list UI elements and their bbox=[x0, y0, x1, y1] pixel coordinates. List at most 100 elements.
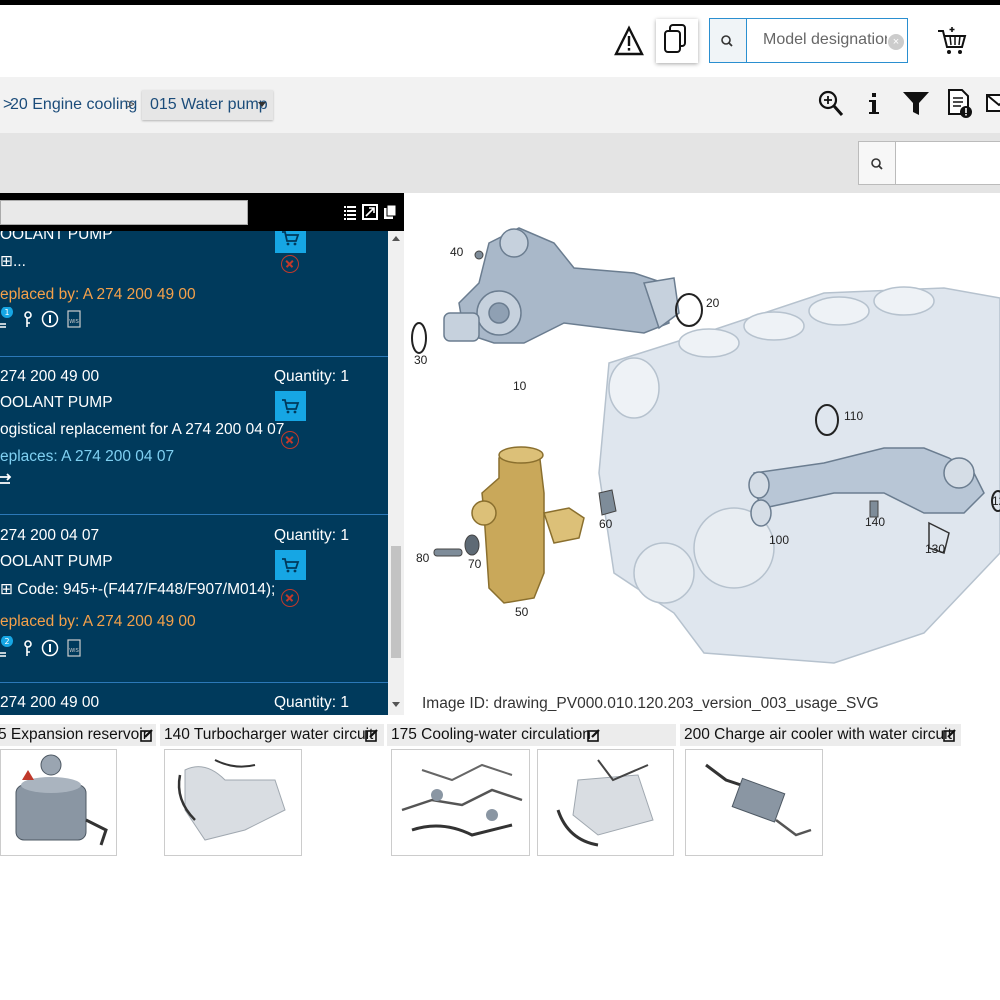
svg-text:WIS: WIS bbox=[69, 648, 79, 654]
part-note: ogistical replacement for A 274 200 04 0… bbox=[0, 421, 285, 438]
thumbnail-cooling-water-circulation-1[interactable] bbox=[391, 749, 530, 856]
parts-filter-input[interactable] bbox=[0, 200, 248, 225]
replaced-by[interactable]: eplaced by: A 274 200 49 00 bbox=[0, 286, 196, 304]
breadcrumb-group[interactable]: 20 Engine cooling bbox=[10, 96, 137, 114]
part-name: OOLANT PUMP bbox=[0, 553, 113, 570]
add-to-cart-button[interactable] bbox=[275, 550, 306, 580]
parts-search-box[interactable] bbox=[858, 141, 1000, 185]
edit-icon[interactable] bbox=[587, 728, 601, 742]
svg-text:1: 1 bbox=[4, 308, 9, 317]
list-item[interactable]: 274 200 04 07 Quantity: 1 OOLANT PUMP ⊞ … bbox=[0, 515, 388, 683]
image-id-label: Image ID: drawing_PV000.010.120.203_vers… bbox=[422, 695, 879, 712]
callout-110[interactable]: 110 bbox=[844, 409, 863, 423]
part-number: 274 200 49 00 bbox=[0, 694, 100, 711]
thumbnail-charge-air-cooler[interactable] bbox=[685, 749, 823, 856]
remove-icon[interactable] bbox=[281, 589, 299, 607]
thumbnail-cooling-water-circulation-2[interactable] bbox=[537, 749, 674, 856]
o-ring-30 bbox=[411, 322, 427, 354]
thumb-title-turbocharger-water-circuit[interactable]: 140 Turbocharger water circuit bbox=[160, 724, 384, 746]
callout-60[interactable]: 60 bbox=[599, 517, 612, 531]
parts-list: OOLANT PUMP ⊞... eplaced by: A 274 200 4… bbox=[0, 231, 388, 715]
thumb-title-cooling-water-circulation[interactable]: 175 Cooling-water circulation bbox=[387, 724, 676, 746]
callout-140[interactable]: 140 bbox=[865, 515, 885, 529]
thumbnail-expansion-reservoir[interactable] bbox=[0, 749, 117, 856]
panel-view-icons[interactable] bbox=[342, 203, 398, 221]
subgroup-dropdown[interactable]: 015 Water pump bbox=[142, 90, 273, 120]
model-search-input[interactable]: Model designation o bbox=[763, 31, 887, 49]
parts-search-bar bbox=[0, 133, 1000, 193]
breadcrumb: > 20 Engine cooling > 015 Water pump bbox=[0, 77, 1000, 133]
callout-10[interactable]: 10 bbox=[513, 379, 526, 393]
mail-icon[interactable] bbox=[985, 88, 1000, 118]
copy-button[interactable] bbox=[656, 19, 698, 63]
callout-80[interactable]: 80 bbox=[416, 551, 429, 565]
scroll-up-icon[interactable] bbox=[392, 236, 400, 241]
part-number: 274 200 49 00 bbox=[0, 368, 100, 385]
replaces-link[interactable]: eplaces: A 274 200 04 07 bbox=[0, 448, 174, 466]
replacement-arrows-icon[interactable] bbox=[0, 472, 14, 488]
edit-icon[interactable] bbox=[365, 728, 379, 742]
list-item[interactable]: 274 200 49 00 Quantity: 1 OOLANT PUMP og… bbox=[0, 357, 388, 515]
quantity: Quantity: 1 bbox=[274, 368, 349, 385]
callout-40[interactable]: 40 bbox=[450, 245, 463, 259]
thumb-title-text: 200 Charge air cooler with water circuit bbox=[684, 726, 952, 743]
list-item[interactable]: 274 200 49 00 Quantity: 1 bbox=[0, 683, 388, 715]
chevron-down-icon bbox=[258, 102, 266, 107]
search-icon[interactable] bbox=[859, 142, 896, 184]
filter-icon[interactable] bbox=[901, 88, 931, 118]
water-pump-illustration bbox=[443, 227, 680, 344]
parts-list-header bbox=[0, 193, 404, 231]
clear-icon[interactable]: × bbox=[888, 34, 904, 50]
thumbnail-turbocharger-water-circuit[interactable] bbox=[164, 749, 302, 856]
thumb-title-charge-air-cooler[interactable]: 200 Charge air cooler with water circuit bbox=[680, 724, 961, 746]
expand-icon bbox=[362, 204, 378, 220]
callout-20[interactable]: 20 bbox=[706, 296, 719, 310]
add-to-cart-button[interactable] bbox=[275, 231, 306, 253]
scrollbar-thumb[interactable] bbox=[391, 546, 401, 658]
thermostat-housing-illustration bbox=[471, 446, 585, 604]
key-icon bbox=[24, 311, 32, 327]
info-icon[interactable] bbox=[860, 88, 890, 118]
scrollbar[interactable] bbox=[388, 231, 404, 715]
part-name: OOLANT PUMP bbox=[0, 394, 113, 411]
callout-30[interactable]: 30 bbox=[414, 353, 427, 367]
part-name: OOLANT PUMP bbox=[0, 231, 113, 243]
callout-50[interactable]: 50 bbox=[515, 605, 528, 619]
add-to-cart-button[interactable] bbox=[275, 391, 306, 421]
o-ring-20 bbox=[675, 293, 703, 327]
subgroup-label: 015 Water pump bbox=[150, 96, 268, 113]
replaced-by[interactable]: eplaced by: A 274 200 49 00 bbox=[0, 613, 196, 631]
svg-text:WIS: WIS bbox=[69, 319, 79, 325]
list-item[interactable]: OOLANT PUMP ⊞... eplaced by: A 274 200 4… bbox=[0, 231, 388, 357]
breadcrumb-separator: > bbox=[126, 96, 135, 113]
document-alert-icon[interactable] bbox=[945, 88, 975, 118]
remove-icon[interactable] bbox=[281, 431, 299, 449]
callout-100[interactable]: 100 bbox=[769, 533, 789, 547]
callout-130[interactable]: 130 bbox=[925, 542, 945, 556]
thumb-title-expansion-reservoir[interactable]: 5 Expansion reservoir bbox=[0, 724, 156, 746]
callout-70[interactable]: 70 bbox=[468, 557, 481, 571]
quantity: Quantity: 1 bbox=[274, 527, 349, 544]
scroll-down-icon[interactable] bbox=[392, 702, 400, 707]
wis-document-icon: WIS bbox=[67, 310, 81, 328]
search-icon[interactable] bbox=[710, 19, 747, 62]
parts-list-panel: OOLANT PUMP ⊞... eplaced by: A 274 200 4… bbox=[0, 193, 404, 715]
edit-icon[interactable] bbox=[943, 728, 957, 742]
remove-icon[interactable] bbox=[281, 255, 299, 273]
callout-12[interactable]: 12 bbox=[992, 494, 1000, 508]
part-number: 274 200 04 07 bbox=[0, 527, 100, 544]
warning-triangle-icon[interactable] bbox=[614, 25, 644, 57]
top-bar: Model designation o × bbox=[0, 0, 1000, 77]
duplicate-icon bbox=[384, 204, 397, 219]
thumb-title-text: 175 Cooling-water circulation bbox=[391, 726, 591, 743]
edit-icon[interactable] bbox=[140, 728, 154, 742]
zoom-icon[interactable] bbox=[816, 88, 846, 118]
part-actions: 2 WIS bbox=[0, 635, 100, 658]
key-icon bbox=[24, 640, 32, 656]
copy-icon bbox=[664, 24, 686, 53]
quantity: Quantity: 1 bbox=[274, 694, 349, 711]
cart-icon[interactable] bbox=[936, 25, 968, 57]
exploded-drawing[interactable]: 40 20 30 10 110 60 80 70 50 140 100 130 … bbox=[404, 193, 1000, 723]
footnote-badge-icon: 2 bbox=[0, 635, 13, 657]
model-search-box[interactable]: Model designation o × bbox=[709, 18, 908, 63]
